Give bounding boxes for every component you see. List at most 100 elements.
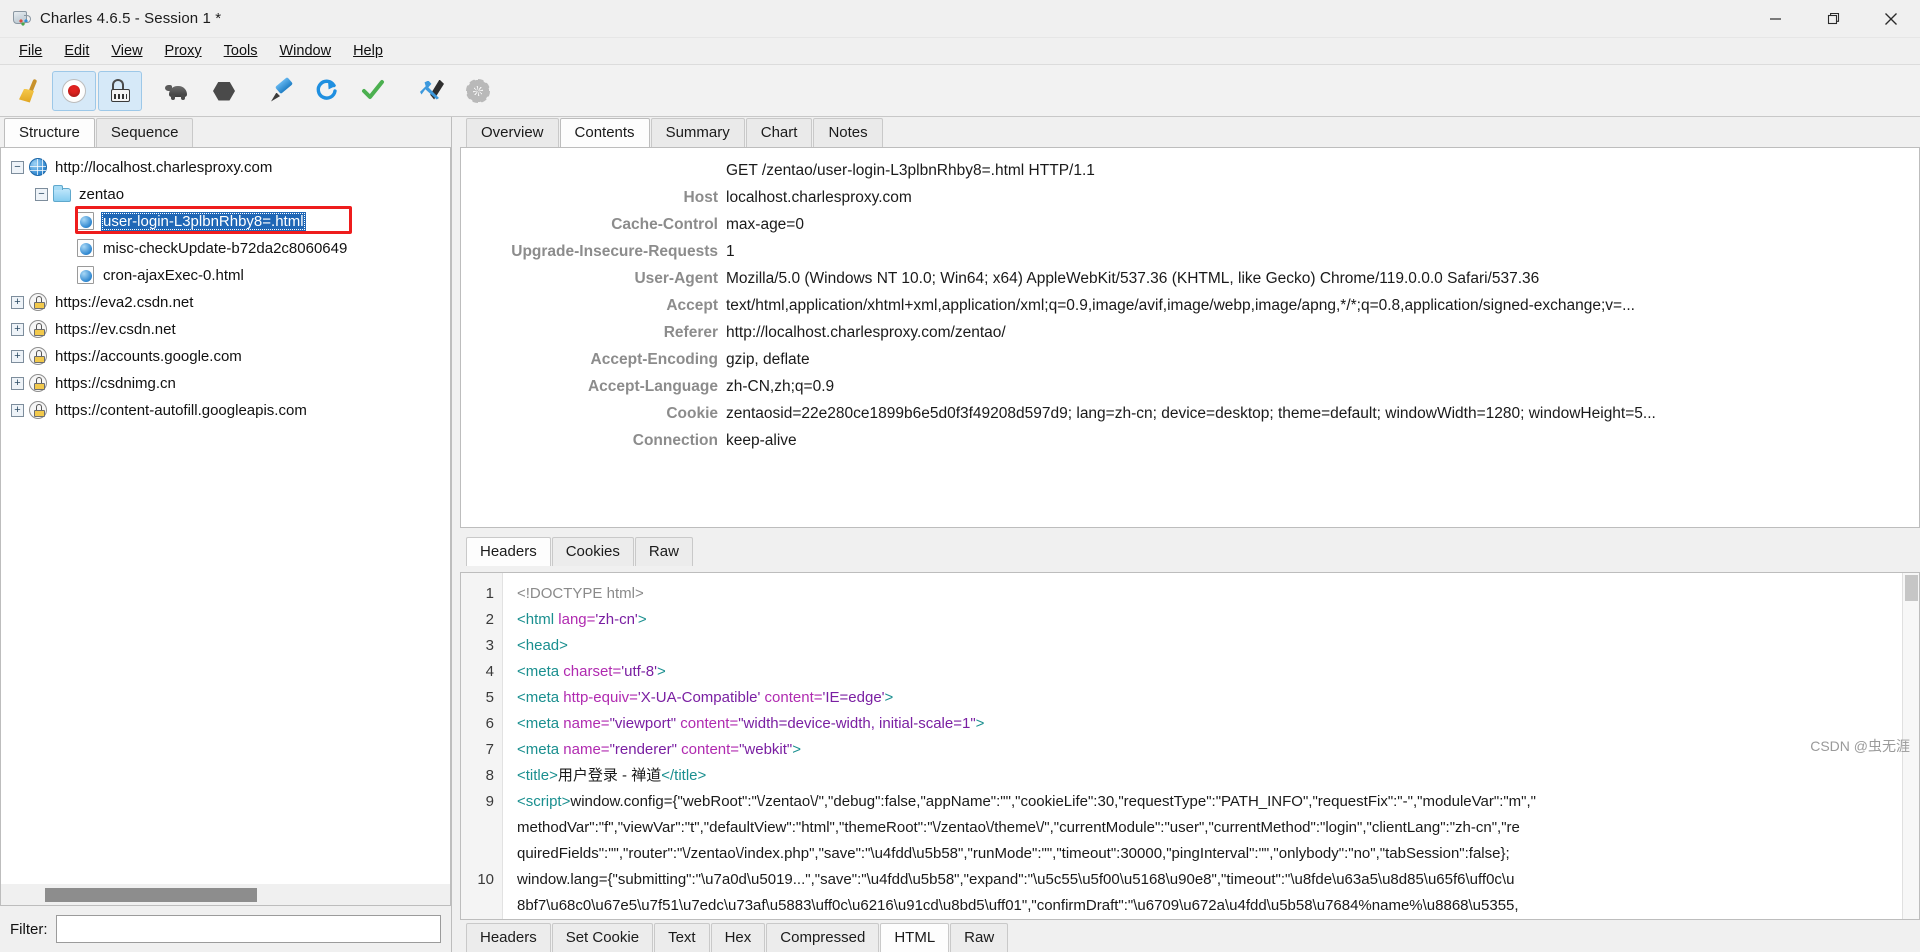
tab-chart[interactable]: Chart [745,118,813,147]
close-button[interactable] [1862,0,1920,38]
menu-edit[interactable]: Edit [53,40,100,62]
line-number: 2 [485,611,494,628]
menu-window-label: Window [279,43,332,59]
header-row: Host localhost.charlesproxy.com [461,184,1919,211]
scrollbar-thumb[interactable] [45,887,257,902]
subtab-request-headers[interactable]: Headers [466,537,551,566]
tree-node-misc-checkupdate[interactable]: misc-checkUpdate-b72da2c8060649 [1,235,450,262]
tree-node-accounts-google[interactable]: + https://accounts.google.com [1,343,450,370]
tree-node-label: http://localhost.charlesproxy.com [55,159,273,176]
subtab-response-text[interactable]: Text [654,923,710,952]
header-value: zh-CN,zh;q=0.9 [726,378,835,395]
request-headers-view[interactable]: GET /zentao/user-login-L3plbnRhby8=.html… [460,147,1920,528]
header-name: User-Agent [634,270,718,287]
tree-node-host[interactable]: − http://localhost.charlesproxy.com [1,154,450,181]
tab-overview[interactable]: Overview [466,118,559,147]
menu-tools[interactable]: Tools [213,40,269,62]
tab-summary[interactable]: Summary [650,118,745,147]
header-value: 1 [726,243,735,260]
tree-horizontal-scrollbar[interactable] [0,884,451,906]
collapse-toggle[interactable]: − [35,188,48,201]
ssl-lock-icon [29,320,48,339]
expand-toggle[interactable]: + [11,296,24,309]
header-value: keep-alive [726,432,797,449]
throttle-button[interactable] [156,71,200,111]
subtab-response-set-cookie[interactable]: Set Cookie [551,923,654,952]
code-line: quiredFields":"","router":"\/zentao\/ind… [517,845,1510,862]
breakpoints-icon [106,77,134,105]
file-icon [77,212,96,231]
menu-file[interactable]: File [8,40,53,62]
subtab-response-hex[interactable]: Hex [710,923,766,952]
settings-icon [464,77,492,105]
subtab-response-html[interactable]: HTML [880,923,950,952]
header-name: Connection [632,432,718,449]
line-number: 5 [485,689,494,706]
settings-button[interactable] [456,71,500,111]
menu-view[interactable]: View [100,40,153,62]
header-row: Cookie zentaosid=22e280ce1899b6e5d0f3f49… [461,400,1919,427]
request-subtab-row: Headers Cookies Raw [460,535,1920,566]
menu-file-label: File [19,43,43,59]
code-line: <meta http-equiv='X-UA-Compatible' conte… [517,689,894,706]
minimize-button[interactable] [1746,0,1804,38]
left-panel: Structure Sequence − http://localhost.ch… [0,117,452,952]
collapse-toggle[interactable]: − [11,161,24,174]
record-button[interactable] [52,70,96,111]
response-pane: 1 2 3 4 5 6 7 8 9 10 <!DOCTYPE html> <ht… [460,572,1920,952]
code-line: <meta name="viewport" content="width=dev… [517,715,985,732]
response-html-view[interactable]: 1 2 3 4 5 6 7 8 9 10 <!DOCTYPE html> <ht… [460,572,1920,920]
header-name: Accept-Language [587,378,718,395]
breakpoints-button[interactable] [98,70,142,111]
code-line: window.lang={"submitting":"\u7a0d\u5019.… [517,871,1515,888]
header-row: Accept-Encoding gzip, deflate [461,346,1919,373]
header-name: Cache-Control [611,216,718,233]
menu-help[interactable]: Help [342,40,394,62]
session-tree[interactable]: − http://localhost.charlesproxy.com − ze… [0,147,451,884]
maximize-button[interactable] [1804,0,1862,38]
expand-toggle[interactable]: + [11,377,24,390]
tree-node-content-autofill[interactable]: + https://content-autofill.googleapis.co… [1,397,450,424]
scrollbar-thumb[interactable] [1905,575,1918,601]
menu-window[interactable]: Window [268,40,342,62]
subtab-response-compressed[interactable]: Compressed [766,923,880,952]
expand-toggle[interactable]: + [11,404,24,417]
no-caching-button[interactable] [202,71,246,111]
left-tab-row: Structure Sequence [0,117,451,147]
tree-node-label: misc-checkUpdate-b72da2c8060649 [103,240,348,257]
menu-help-label: Help [353,43,383,59]
tree-node-label: https://content-autofill.googleapis.com [55,402,307,419]
header-name: Cookie [666,405,718,422]
tree-node-label: user-login-L3plbnRhby8=.html [101,212,306,231]
validate-button[interactable] [352,71,396,111]
menu-edit-label: Edit [64,43,90,59]
tree-node-csdnimg[interactable]: + https://csdnimg.cn [1,370,450,397]
repeat-icon [314,77,342,105]
menu-proxy[interactable]: Proxy [154,40,213,62]
clear-session-button[interactable] [6,71,50,111]
subtab-request-cookies[interactable]: Cookies [551,537,634,566]
tree-node-cron-ajaxexec[interactable]: cron-ajaxExec-0.html [1,262,450,289]
tab-sequence[interactable]: Sequence [95,118,194,147]
no-toggle-icon [59,269,72,282]
tree-node-user-login[interactable]: user-login-L3plbnRhby8=.html [1,206,450,235]
subtab-response-raw[interactable]: Raw [950,923,1009,952]
compose-button[interactable] [260,71,304,111]
compose-icon [268,76,296,105]
filter-input[interactable] [55,915,441,943]
repeat-button[interactable] [306,71,350,111]
charles-cup-icon [10,8,32,30]
tree-node-folder-zentao[interactable]: − zentao [1,181,450,208]
subtab-response-headers[interactable]: Headers [466,923,551,952]
tools-button[interactable] [410,71,454,111]
tab-structure[interactable]: Structure [4,118,95,147]
expand-toggle[interactable]: + [11,323,24,336]
tab-notes[interactable]: Notes [813,118,883,147]
tree-node-label: cron-ajaxExec-0.html [103,267,244,284]
clear-session-icon [14,77,42,105]
tree-node-eva2-csdn[interactable]: + https://eva2.csdn.net [1,289,450,316]
tab-contents[interactable]: Contents [559,118,650,147]
tree-node-ev-csdn[interactable]: + https://ev.csdn.net [1,316,450,343]
expand-toggle[interactable]: + [11,350,24,363]
subtab-request-raw[interactable]: Raw [634,537,693,566]
